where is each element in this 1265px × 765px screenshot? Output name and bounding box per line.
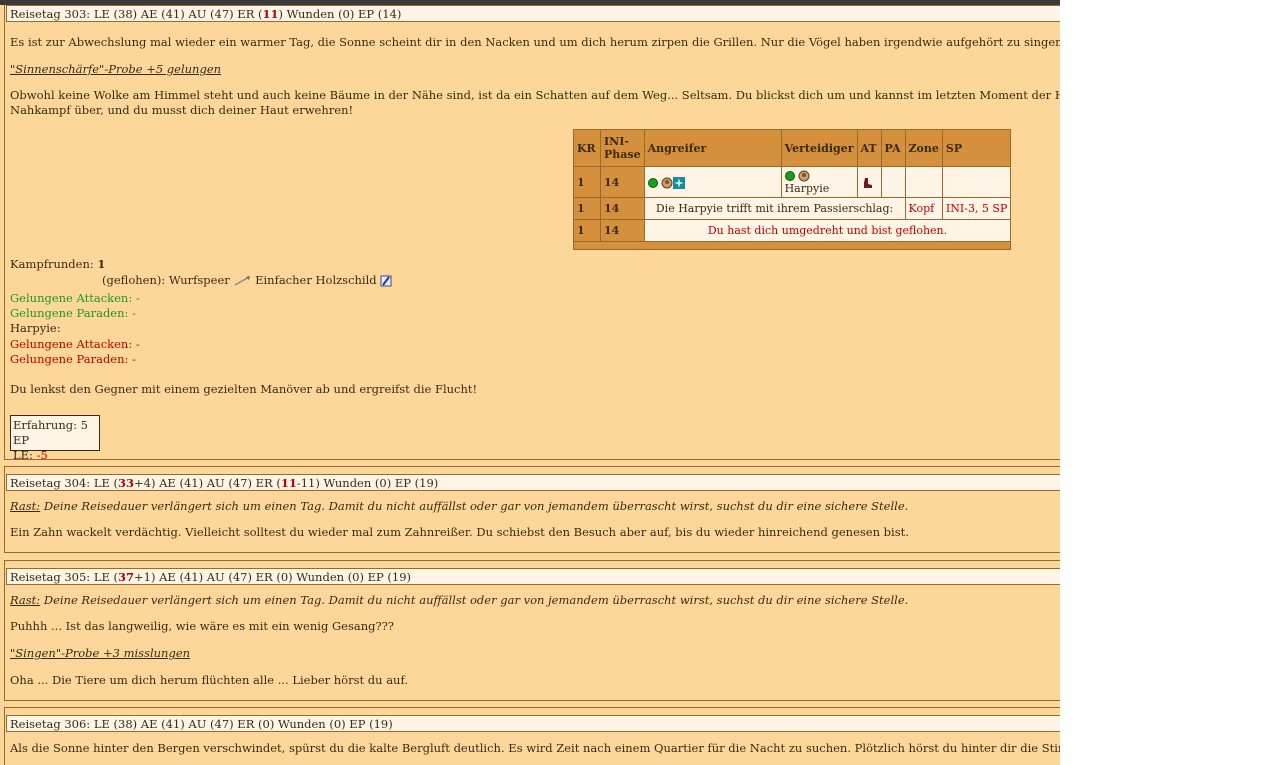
attacker-cell: [643, 166, 782, 198]
day-305-rast: Rast: Deine Reisedauer verlängert sich u…: [10, 593, 909, 607]
flight-row-text: Du hast dich umgedreht und bist geflohen…: [643, 219, 1012, 242]
probe-singen: "Singen"-Probe +3 misslungen: [10, 646, 191, 660]
day-303-text-2b: Nahkampf über, und du musst dich deiner …: [10, 103, 354, 117]
status-dot-icon: [647, 177, 658, 188]
col-sp: SP: [941, 129, 1012, 167]
col-ini: INI- Phase: [600, 129, 645, 167]
enemy-attacks: Gelungene Attacken: -: [10, 337, 140, 351]
day-305-text-2: Oha ... Die Tiere um dich herum flüchten…: [10, 673, 408, 687]
day-304-header: Reisetag 304: LE (33+4) AE (41) AU (47) …: [6, 474, 1060, 491]
day-305-header: Reisetag 305: LE (37+1) AE (41) AU (47) …: [6, 568, 1060, 585]
combat-table: KR INI- Phase Angreifer Verteidiger AT PA…: [572, 129, 1012, 250]
day-306-header: Reisetag 306: LE (38) AE (41) AU (47) ER…: [6, 715, 1060, 732]
log-page: Reisetag 303: LE (38) AE (41) AU (47) ER…: [0, 5, 1060, 765]
status-dot-icon: [784, 171, 795, 181]
magic-spark-icon[interactable]: [673, 176, 686, 189]
weapons-line: (geflohen): Wurfspeer Einfacher Holzschi…: [102, 273, 392, 288]
col-pa: PA: [880, 129, 906, 167]
spear-icon[interactable]: [233, 275, 251, 287]
own-attacks: Gelungene Attacken: -: [10, 291, 140, 305]
col-angreifer: Angreifer: [643, 129, 782, 167]
passierschlag-text: Die Harpyie trifft mit ihrem Passierschl…: [643, 197, 906, 220]
shield-icon[interactable]: [380, 275, 392, 287]
table-row: 1 14 Die Harpyie trifft mit ihrem Passie…: [573, 197, 1012, 220]
character-icon[interactable]: [661, 177, 673, 189]
defender-cell: Harpyie: [780, 166, 858, 198]
day-306-text: Als die Sonne hinter den Bergen verschwi…: [10, 741, 1060, 755]
day-303-text-2a: Obwohl keine Wolke am Himmel steht und a…: [10, 88, 1060, 102]
day-305-text-1: Puhhh ... Ist das langweilig, wie wäre e…: [10, 619, 394, 633]
col-zone: Zone: [904, 129, 943, 167]
kampfrunden: Kampfrunden: 1: [10, 257, 106, 271]
harpy-icon[interactable]: [798, 170, 810, 182]
sp-value: INI-3, 5 SP: [941, 197, 1012, 220]
zone-value: Kopf: [904, 197, 943, 220]
result-box: Erfahrung: 5 EP LE: -5: [10, 415, 100, 462]
boot-icon: [863, 177, 872, 188]
table-row: 1 14 Du hast dich umgedreht und bist gef…: [573, 219, 1012, 242]
day-304-text: Ein Zahn wackelt verdächtig. Vielleicht …: [10, 525, 909, 539]
probe-sinnenschaerfe: "Sinnenschärfe"-Probe +5 gelungen: [10, 62, 222, 76]
col-at: AT: [856, 129, 882, 167]
day-303-header: Reisetag 303: LE (38) AE (41) AU (47) ER…: [6, 5, 1060, 22]
enemy-label: Harpyie:: [10, 321, 61, 335]
own-parades: Gelungene Paraden: -: [10, 306, 136, 320]
at-cell: [856, 166, 882, 198]
flight-text: Du lenkst den Gegner mit einem gezielten…: [10, 382, 478, 396]
day-304-rast: Rast: Deine Reisedauer verlängert sich u…: [10, 499, 909, 513]
col-kr: KR: [573, 129, 601, 167]
table-row: 1 14 Harpyie: [573, 166, 1012, 198]
day-303-text-1: Es ist zur Abwechslung mal wieder ein wa…: [10, 35, 1060, 49]
enemy-parades: Gelungene Paraden: -: [10, 352, 136, 366]
col-verteidiger: Verteidiger: [780, 129, 858, 167]
